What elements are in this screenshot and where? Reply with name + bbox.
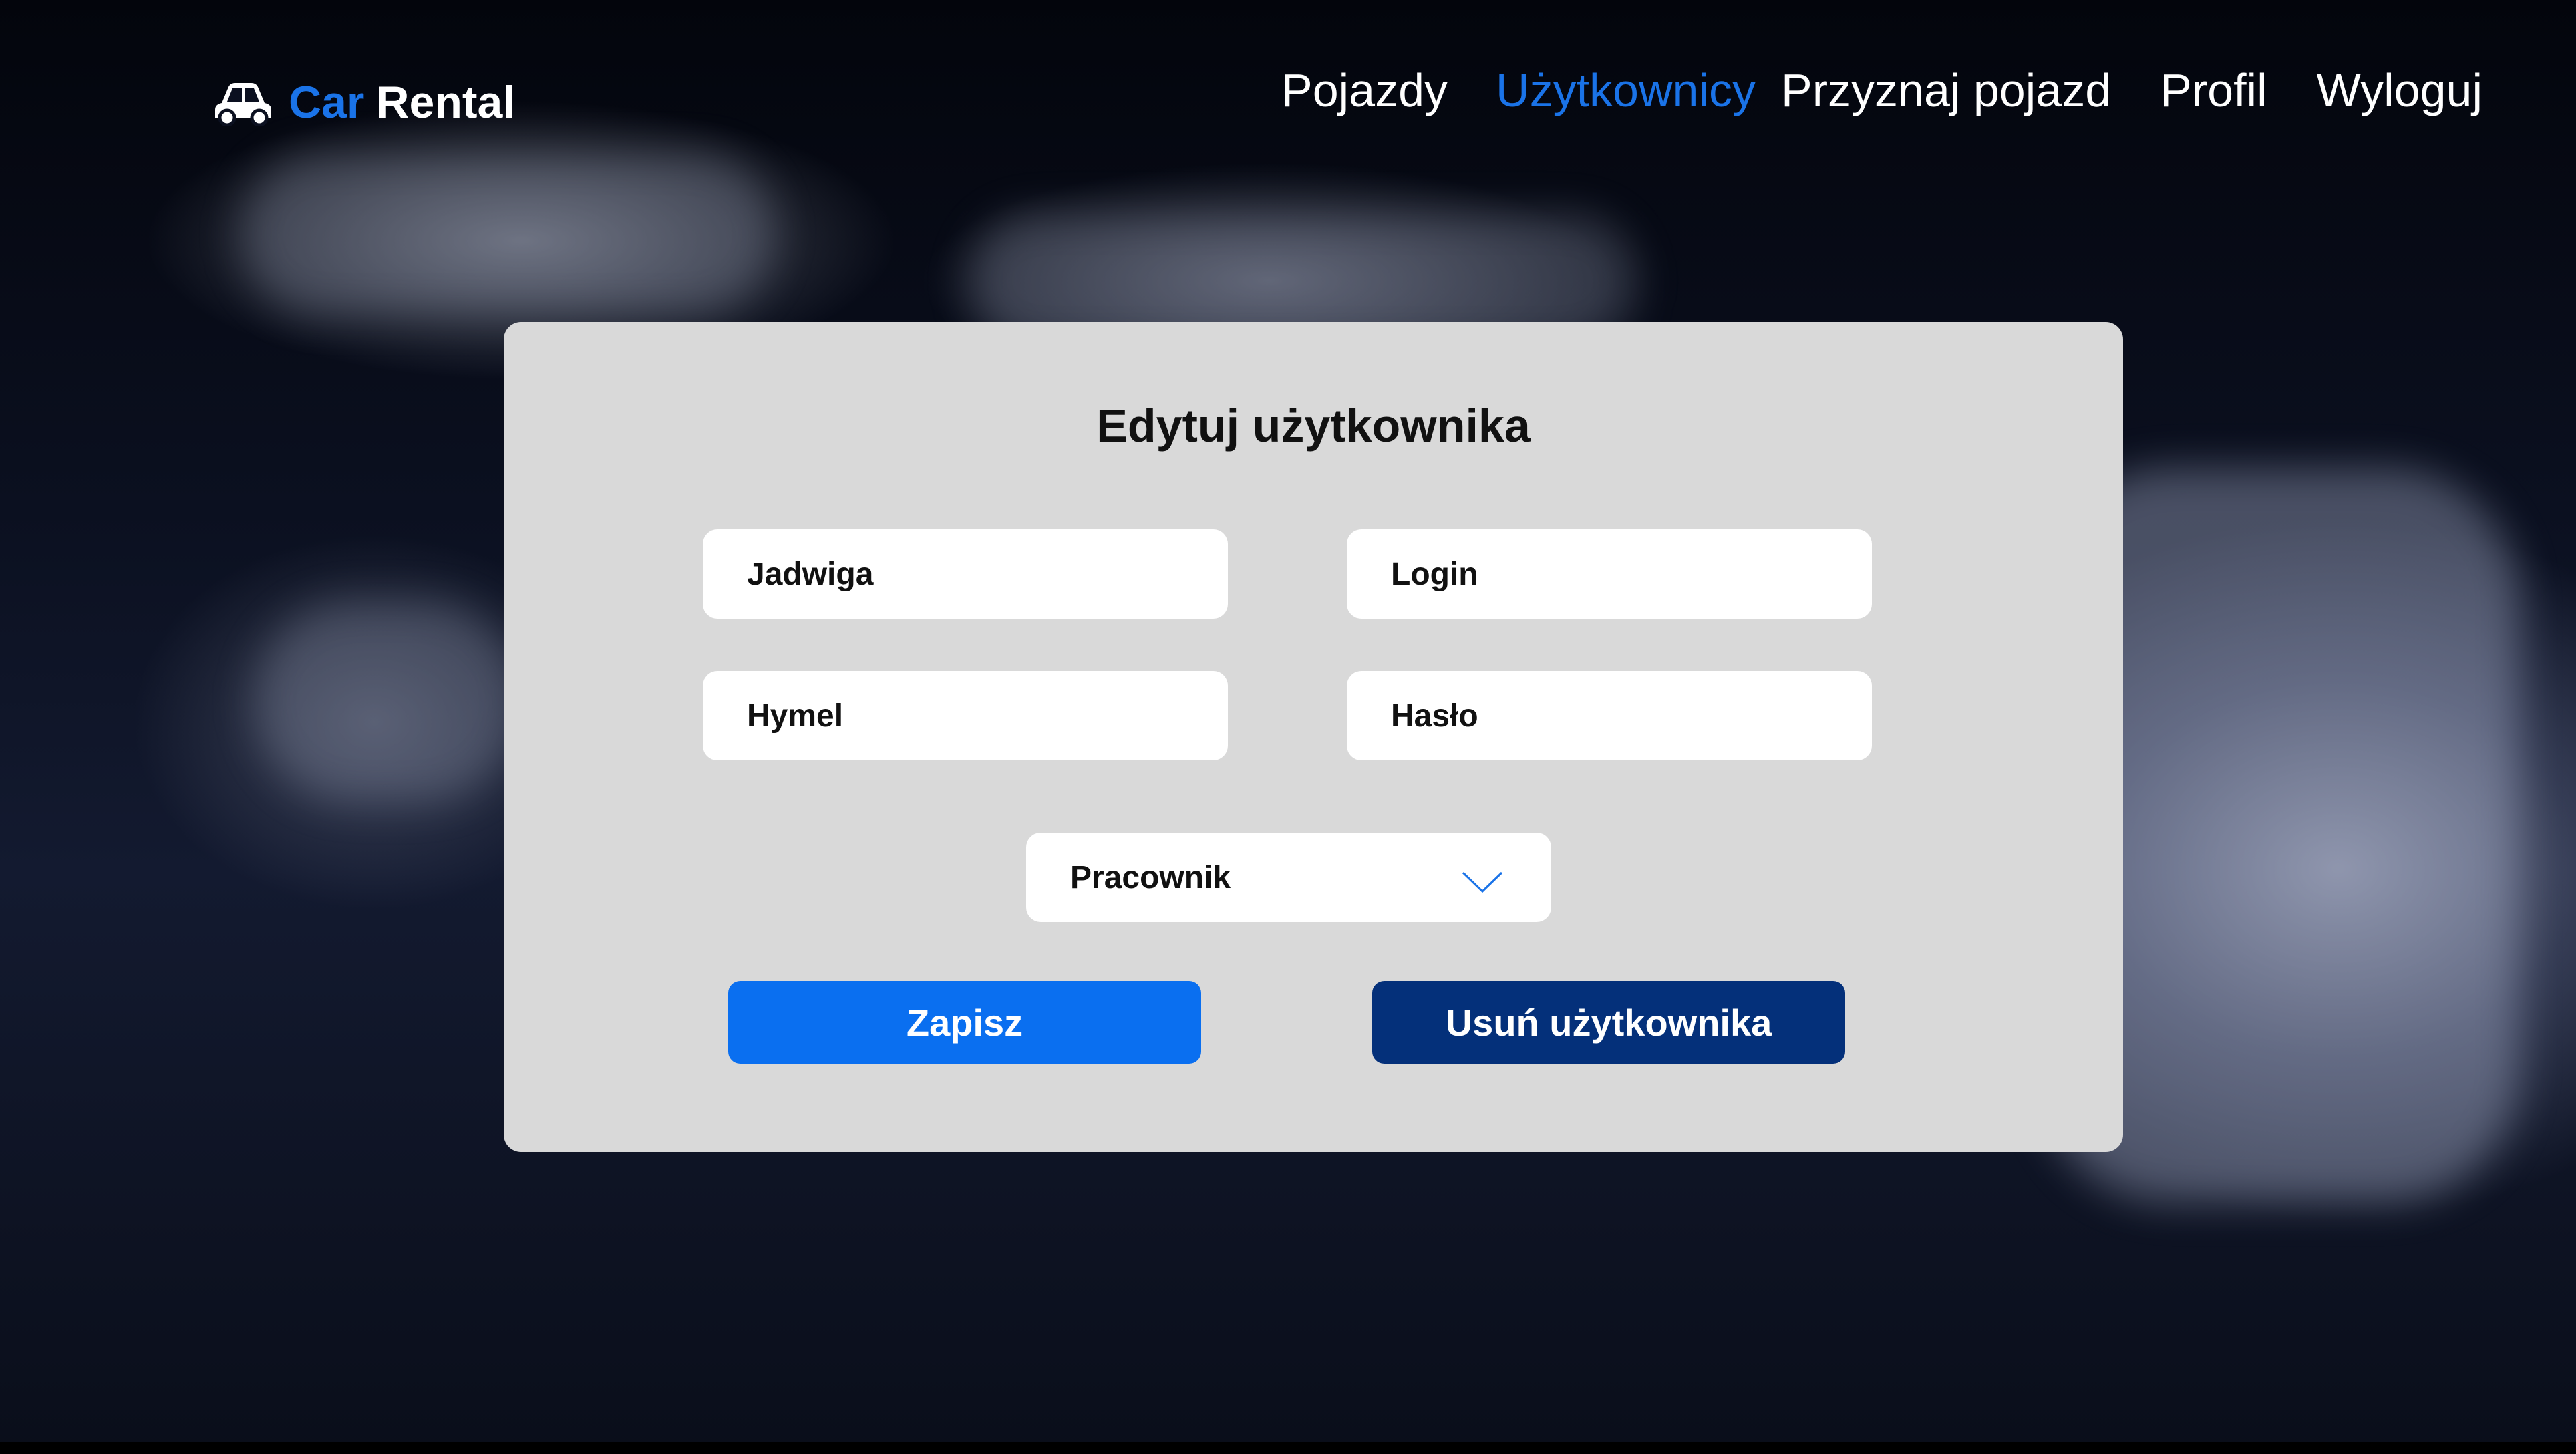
last-name-input[interactable]	[747, 697, 1181, 734]
brand-name-rental: Rental	[376, 77, 516, 128]
main-nav: Pojazdy Użytkownicy Przyznaj pojazd Prof…	[1281, 60, 2482, 120]
delete-user-button[interactable]: Usuń użytkownika	[1372, 981, 1845, 1064]
password-input[interactable]	[1391, 697, 1825, 734]
car-icon	[215, 83, 271, 126]
brand-logo[interactable]: Car Rental	[212, 72, 515, 132]
chevron-down-icon	[1462, 871, 1503, 893]
nav-item-przyznaj-pojazd[interactable]: Przyznaj pojazd	[1781, 67, 2111, 114]
nav-item-profil[interactable]: Profil	[2160, 67, 2267, 114]
background-car-left	[240, 154, 775, 314]
nav-item-uzytkownicy[interactable]: Użytkownicy	[1496, 67, 1756, 114]
role-select[interactable]: Pracownik	[1026, 833, 1551, 922]
first-name-field[interactable]	[703, 529, 1228, 619]
page-background: Car Rental Pojazdy Użytkownicy Przyznaj p…	[0, 0, 2576, 1454]
save-button[interactable]: Zapisz	[728, 981, 1201, 1064]
edit-user-card: Edytuj użytkownika Pracownik Zapisz Usuń…	[504, 322, 2123, 1152]
nav-item-pojazdy[interactable]: Pojazdy	[1281, 67, 1448, 114]
form-title: Edytuj użytkownika	[1096, 400, 1531, 452]
role-selected-value: Pracownik	[1070, 859, 1231, 895]
nav-item-wyloguj[interactable]: Wyloguj	[2317, 67, 2482, 114]
password-field[interactable]	[1347, 671, 1872, 760]
background-car-lower-left	[254, 601, 521, 802]
brand-name-car: Car	[289, 77, 365, 128]
bottom-border	[0, 1442, 2576, 1454]
login-input[interactable]	[1391, 555, 1825, 593]
last-name-field[interactable]	[703, 671, 1228, 760]
first-name-input[interactable]	[747, 555, 1181, 593]
top-navigation-bar: Car Rental Pojazdy Użytkownicy Przyznaj p…	[0, 0, 2576, 174]
login-field[interactable]	[1347, 529, 1872, 619]
